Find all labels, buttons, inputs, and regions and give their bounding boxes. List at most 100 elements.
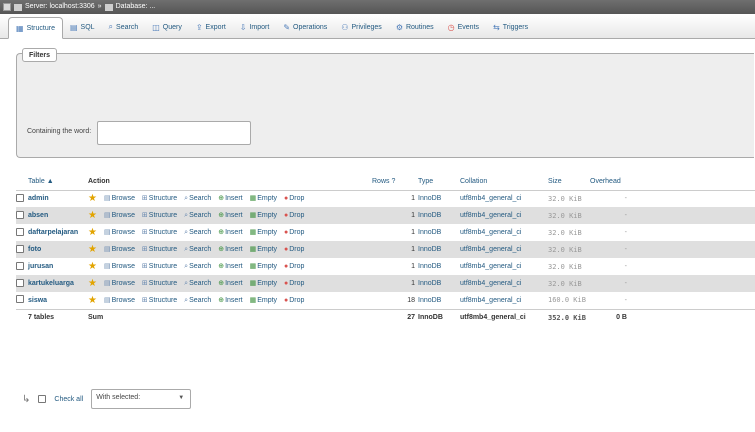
empty-action[interactable]: ▦Empty [250,195,277,202]
table-name-link[interactable]: siswa [28,292,88,309]
rows-count: 1 [372,207,418,224]
table-name-link[interactable]: daftarpelajaran [28,224,88,241]
help-icon[interactable]: ? [391,178,395,185]
tab-export[interactable]: ⇪ Export [189,16,233,38]
collapse-icon[interactable] [3,3,11,11]
search-action[interactable]: ⌕Search [184,229,211,236]
empty-action[interactable]: ▦Empty [250,297,277,304]
tab-routines[interactable]: ⚙ Routines [389,16,441,38]
row-checkbox[interactable] [16,244,24,253]
drop-action[interactable]: ●Drop [284,263,304,270]
browse-action[interactable]: ▤Browse [104,212,135,219]
star-icon[interactable]: ★ [88,210,97,221]
column-header-size[interactable]: Size [548,173,590,191]
breadcrumb-database[interactable]: Database: ... [116,0,156,14]
empty-action[interactable]: ▦Empty [250,229,277,236]
tab-search[interactable]: ⌕ Search [102,16,146,38]
search-icon: ⌕ [184,280,189,287]
tab-import[interactable]: ⇩ Import [233,16,277,38]
row-checkbox[interactable] [16,278,24,287]
column-header-collation[interactable]: Collation [460,173,548,191]
star-icon[interactable]: ★ [88,261,97,272]
structure-action[interactable]: ⊞Structure [142,212,177,219]
empty-icon: ▦ [249,280,257,287]
rows-count: 1 [372,241,418,258]
empty-action[interactable]: ▦Empty [250,212,277,219]
check-all-label[interactable]: Check all [54,396,83,403]
column-header-type[interactable]: Type [418,173,460,191]
tab-sql[interactable]: ▤ SQL [63,16,102,38]
star-icon[interactable]: ★ [88,193,97,204]
browse-icon: ▤ [104,195,111,203]
row-actions: ▤Browse ⊞Structure ⌕Search ⊕Insert ▦Empt… [104,258,372,275]
search-action[interactable]: ⌕Search [184,195,211,202]
column-header-rows[interactable]: Rows ? [372,173,418,191]
browse-action[interactable]: ▤Browse [104,195,135,202]
search-action[interactable]: ⌕Search [184,297,211,304]
row-checkbox[interactable] [16,193,24,202]
row-checkbox[interactable] [16,295,24,304]
drop-action[interactable]: ●Drop [284,195,304,202]
with-selected-dropdown[interactable]: With selected: ▼ [91,389,192,409]
drop-action[interactable]: ●Drop [284,229,304,236]
structure-action[interactable]: ⊞Structure [142,263,177,270]
structure-action[interactable]: ⊞Structure [142,297,177,304]
tab-operations[interactable]: ✎ Operations [276,16,334,38]
table-name-link[interactable]: admin [28,190,88,207]
insert-action[interactable]: ⊕Insert [218,229,242,236]
empty-action[interactable]: ▦Empty [250,263,277,270]
insert-icon: ⊕ [218,229,225,236]
drop-action[interactable]: ●Drop [284,212,304,219]
column-header-table[interactable]: Table ▲ [28,173,88,191]
star-icon[interactable]: ★ [88,244,97,255]
browse-action[interactable]: ▤Browse [104,280,135,287]
column-header-overhead[interactable]: Overhead [590,173,630,191]
drop-action[interactable]: ●Drop [284,297,304,304]
empty-action[interactable]: ▦Empty [250,280,277,287]
star-icon[interactable]: ★ [88,278,97,289]
star-icon[interactable]: ★ [88,295,97,306]
row-checkbox[interactable] [16,227,24,236]
browse-action[interactable]: ▤Browse [104,229,135,236]
table-name-link[interactable]: jurusan [28,258,88,275]
search-icon: ⌕ [184,246,189,253]
search-action[interactable]: ⌕Search [184,280,211,287]
tab-events[interactable]: ◷ Events [441,16,486,38]
structure-icon: ⊞ [141,212,148,219]
check-all-checkbox[interactable] [38,395,47,403]
row-actions: ▤Browse ⊞Structure ⌕Search ⊕Insert ▦Empt… [104,275,372,292]
search-action[interactable]: ⌕Search [184,263,211,270]
insert-action[interactable]: ⊕Insert [218,263,242,270]
table-name-link[interactable]: absen [28,207,88,224]
search-action[interactable]: ⌕Search [184,246,211,253]
structure-action[interactable]: ⊞Structure [142,246,177,253]
structure-action[interactable]: ⊞Structure [142,280,177,287]
insert-action[interactable]: ⊕Insert [218,212,242,219]
search-action[interactable]: ⌕Search [184,212,211,219]
filter-input[interactable] [97,121,251,145]
insert-action[interactable]: ⊕Insert [218,195,242,202]
table-name-link[interactable]: kartukeluarga [28,275,88,292]
empty-action[interactable]: ▦Empty [250,246,277,253]
insert-action[interactable]: ⊕Insert [218,280,242,287]
drop-action[interactable]: ●Drop [284,246,304,253]
insert-action[interactable]: ⊕Insert [218,246,242,253]
star-icon[interactable]: ★ [88,227,97,238]
breadcrumb-server[interactable]: Server: localhost:3306 [25,0,95,14]
browse-action[interactable]: ▤Browse [104,246,135,253]
tab-privileges[interactable]: ⚇ Privileges [334,16,389,38]
tab-query[interactable]: ◫ Query [145,16,189,38]
table-name-link[interactable]: foto [28,241,88,258]
table-size: 32.0 KiB [548,207,590,224]
tab-label: Events [457,23,480,31]
structure-action[interactable]: ⊞Structure [142,229,177,236]
drop-action[interactable]: ●Drop [284,280,304,287]
tab-structure[interactable]: ▦ Structure [8,17,63,39]
row-checkbox[interactable] [16,261,24,270]
browse-action[interactable]: ▤Browse [104,263,135,270]
insert-action[interactable]: ⊕Insert [218,297,242,304]
tab-triggers[interactable]: ⇆ Triggers [486,16,535,38]
row-checkbox[interactable] [16,210,24,219]
structure-action[interactable]: ⊞Structure [142,195,177,202]
browse-action[interactable]: ▤Browse [104,297,135,304]
